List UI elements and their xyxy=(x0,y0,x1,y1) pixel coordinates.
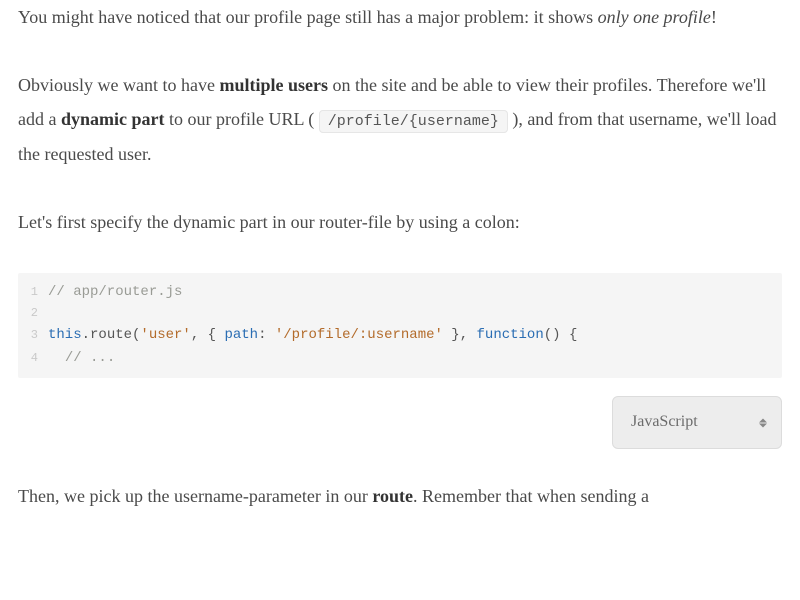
bold-text: dynamic part xyxy=(61,109,165,129)
code-line: 3this.route('user', { path: '/profile/:u… xyxy=(18,324,782,347)
code-line: 2 xyxy=(18,304,782,324)
paragraph-4: Then, we pick up the username-parameter … xyxy=(18,479,782,513)
emphasis: only one profile xyxy=(598,7,711,27)
paragraph-1: You might have noticed that our profile … xyxy=(18,0,782,34)
language-select-container: JavaScript xyxy=(18,396,782,448)
language-select-value: JavaScript xyxy=(631,413,698,430)
line-number: 4 xyxy=(18,349,48,369)
chevron-down-icon xyxy=(759,423,767,427)
code-block: 1// app/router.js23this.route('user', { … xyxy=(18,273,782,378)
text: Then, we pick up the username-parameter … xyxy=(18,486,372,506)
language-select[interactable]: JavaScript xyxy=(612,396,782,448)
code-content: this.route('user', { path: '/profile/:us… xyxy=(48,324,577,347)
code-content: // app/router.js xyxy=(48,281,182,304)
chevron-up-icon xyxy=(759,418,767,422)
text: You might have noticed that our profile … xyxy=(18,7,598,27)
bold-text: route xyxy=(372,486,413,506)
text: Obviously we want to have xyxy=(18,75,219,95)
code-line: 1// app/router.js xyxy=(18,281,782,304)
paragraph-3: Let's first specify the dynamic part in … xyxy=(18,205,782,239)
line-number: 3 xyxy=(18,326,48,346)
code-line: 4 // ... xyxy=(18,347,782,370)
paragraph-2: Obviously we want to have multiple users… xyxy=(18,68,782,171)
sort-icon xyxy=(759,418,767,427)
inline-code: /profile/{username} xyxy=(319,110,508,133)
text: ! xyxy=(711,7,717,27)
code-content: // ... xyxy=(48,347,115,370)
bold-text: multiple users xyxy=(219,75,328,95)
line-number: 1 xyxy=(18,283,48,303)
line-number: 2 xyxy=(18,304,48,324)
text: to our profile URL ( xyxy=(164,109,318,129)
text: . Remember that when sending a xyxy=(413,486,649,506)
